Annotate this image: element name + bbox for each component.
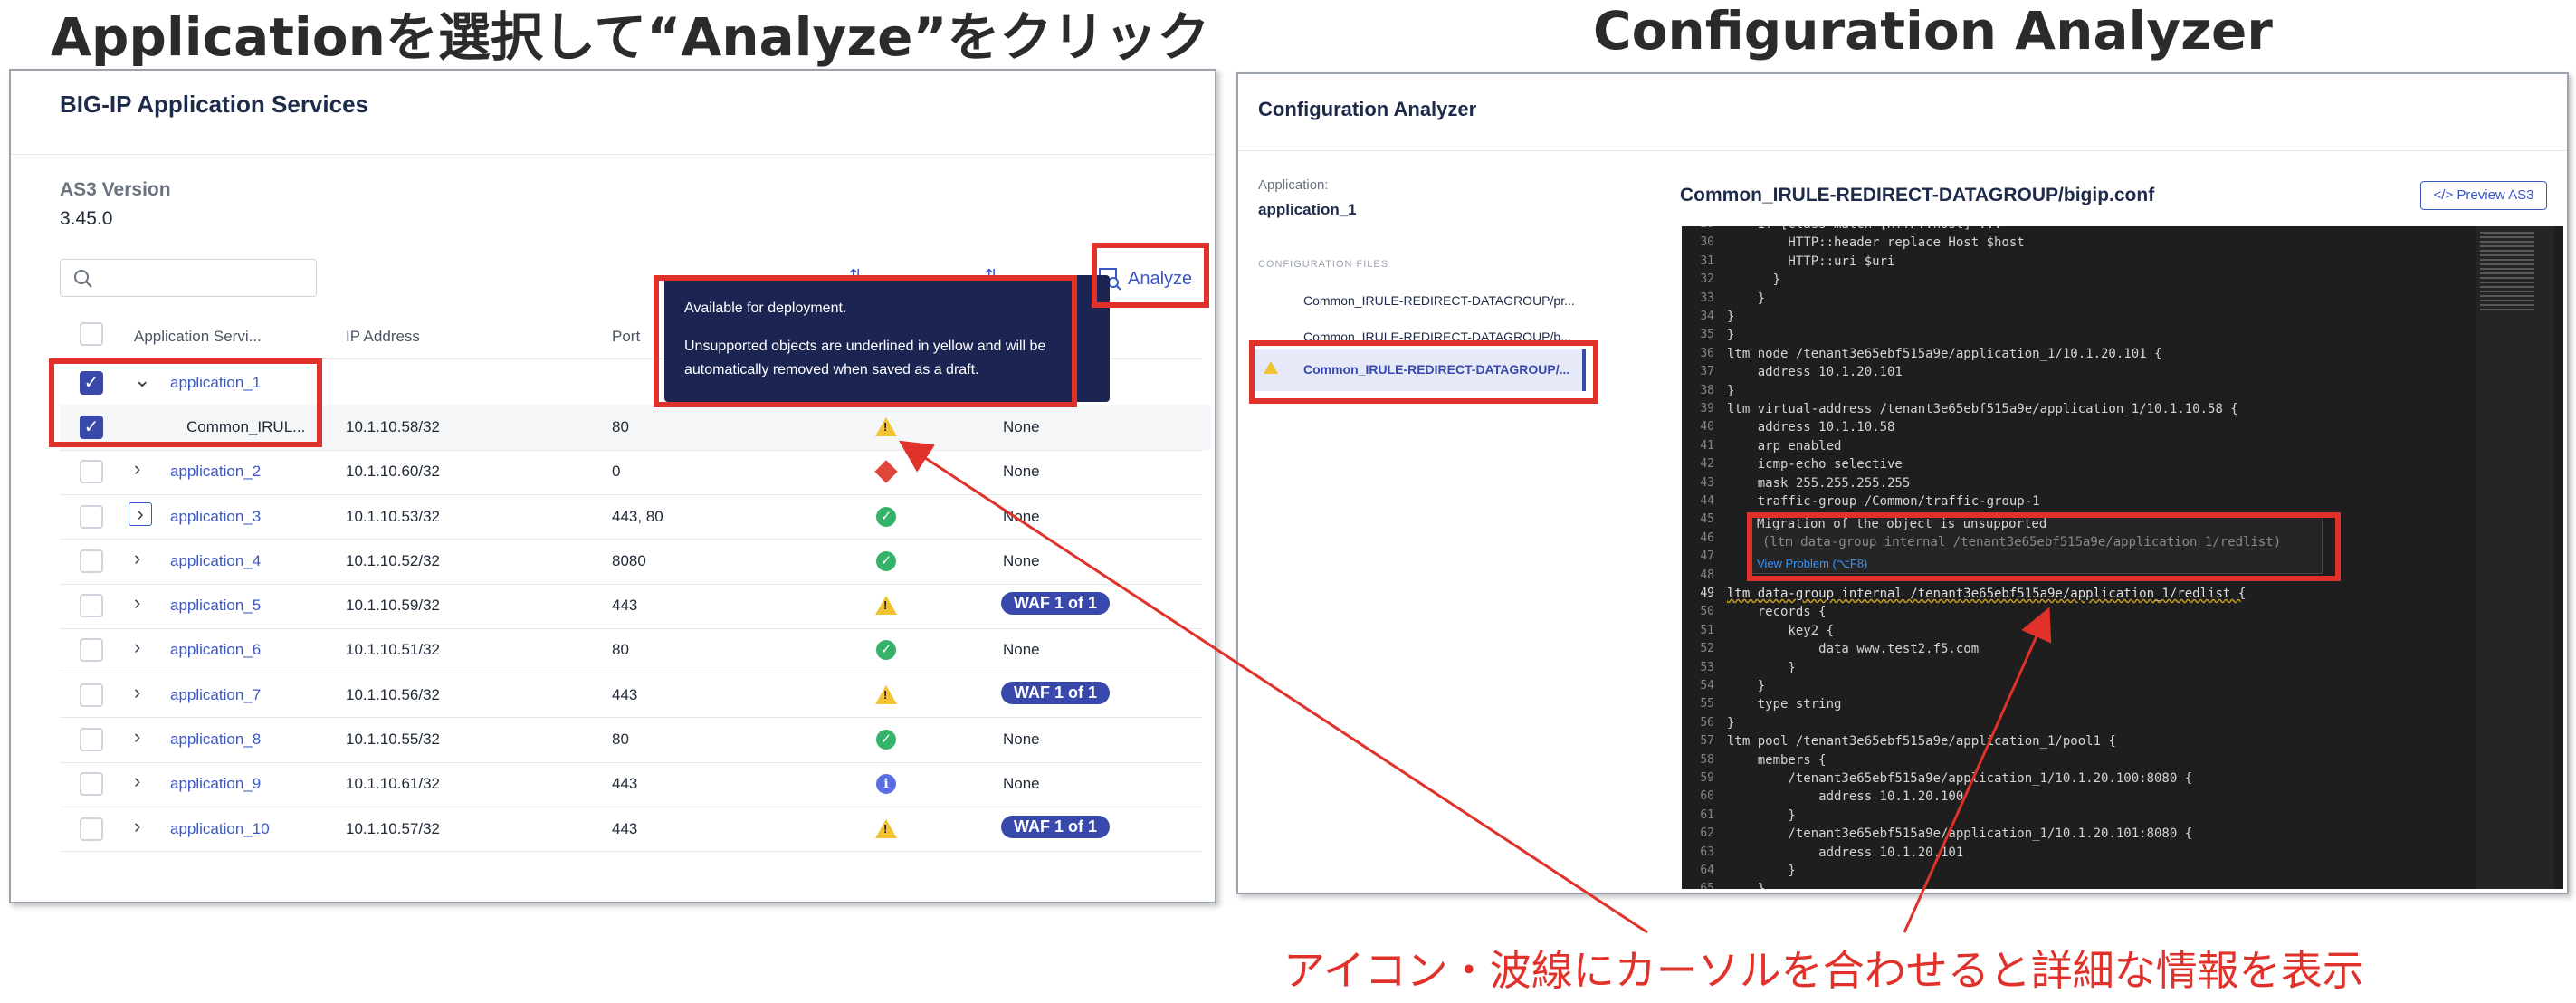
arrow-to-status xyxy=(898,440,1648,934)
arrow-to-underline xyxy=(1903,607,2052,933)
annotation-arrows xyxy=(898,440,2052,934)
